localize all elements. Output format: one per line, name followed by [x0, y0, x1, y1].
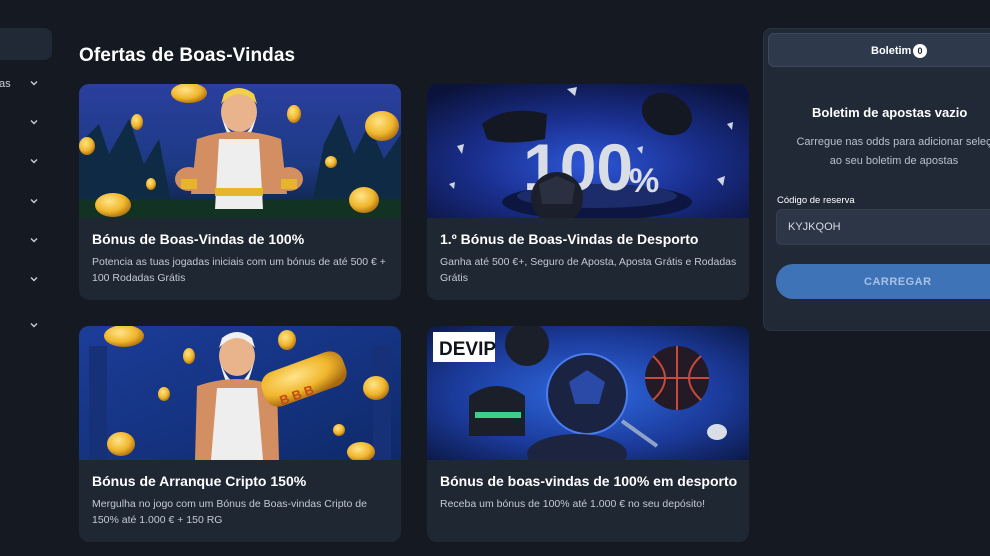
sidebar-item-7[interactable] [0, 317, 48, 337]
chevron-down-icon [30, 199, 38, 204]
sidebar-item-4[interactable] [0, 193, 48, 213]
sidebar-item-3[interactable] [0, 153, 48, 173]
booking-code-input[interactable] [776, 209, 990, 245]
tab-betslip-label: Boletim [871, 45, 912, 57]
offer-description: Potencia as tuas jogadas iniciais com um… [92, 256, 386, 284]
tab-betslip[interactable]: Boletim 0 [768, 33, 990, 67]
offer-title: 1.º Bónus de Boas-Vindas de Desporto [440, 231, 699, 247]
offer-description: Receba um bónus de 100% até 1.000 € no s… [440, 498, 706, 510]
zeus-crypto-banner: B B B [79, 326, 401, 460]
chevron-down-icon [30, 277, 38, 282]
chevron-down-icon [30, 81, 38, 86]
offer-description: Mergulha no jogo com um Bónus de Boas-vi… [92, 498, 367, 526]
betslip-empty-line-2: ao seu boletim de apostas [829, 155, 959, 167]
sidebar-item-label: as [0, 78, 11, 90]
betslip-count-badge: 0 [913, 44, 927, 58]
sidebar: as [0, 0, 56, 556]
devip-badge-text: DEVIP [439, 339, 496, 360]
sports-100-percent-banner: 100 % [427, 84, 749, 218]
offer-card-devip-sports[interactable]: DEVIP Bónus de boas-vindas de 100% em de… [427, 326, 749, 542]
offer-card-welcome-bonus[interactable]: Bónus de Boas-Vindas de 100% Potencia as… [79, 84, 401, 300]
chevron-down-icon [30, 238, 38, 243]
offer-title: Bónus de Boas-Vindas de 100% [92, 231, 305, 247]
betslip-empty-line-1: Carregue nas odds para adicionar seleç [796, 136, 990, 148]
sidebar-item-2[interactable] [0, 114, 48, 134]
betslip-empty-title: Boletim de apostas vazio [812, 105, 968, 120]
load-button[interactable]: CARREGAR [776, 264, 990, 299]
offer-description: Ganha até 500 €+, Seguro de Aposta, Apos… [440, 256, 737, 284]
sidebar-item-1[interactable]: as [0, 75, 48, 95]
booking-code-label: Código de reserva [777, 195, 855, 206]
chevron-down-icon [30, 323, 38, 328]
devip-sports-banner: DEVIP [427, 326, 749, 460]
sidebar-item-6[interactable] [0, 271, 48, 291]
sidebar-item-5[interactable] [0, 232, 48, 252]
offer-title: Bónus de boas-vindas de 100% em desporto [440, 473, 738, 489]
page-title: Ofertas de Boas-Vindas [79, 45, 296, 66]
offer-card-crypto-bonus[interactable]: B B B Bónus de Arranque Cripto 150% Merg… [79, 326, 401, 542]
zeus-coins-banner [79, 84, 401, 218]
banner-percent-text: % [629, 162, 659, 200]
chevron-down-icon [30, 120, 38, 125]
chevron-down-icon [30, 159, 38, 164]
offer-title: Bónus de Arranque Cripto 150% [92, 473, 307, 489]
offer-card-sports-bonus[interactable]: 100 % 1.º Bónus de Boas-Vindas de Despor… [427, 84, 749, 300]
betslip-empty-description: Carregue nas odds para adicionar seleç a… [778, 133, 990, 171]
sidebar-active-item[interactable] [0, 28, 52, 60]
betslip-panel: Boletim 0 Boletim de apostas vazio Carre… [763, 28, 990, 331]
